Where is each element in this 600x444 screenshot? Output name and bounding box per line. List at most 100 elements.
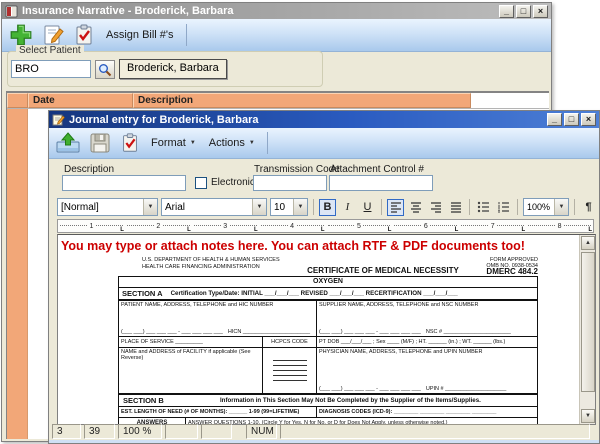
format-menu[interactable]: Format ▼ xyxy=(147,137,200,149)
import-button[interactable] xyxy=(54,130,82,156)
tab-stop-marker: L xyxy=(588,227,592,233)
verify-button[interactable] xyxy=(118,130,142,156)
form-place-of-service-row: PLACE OF SERVICE _________ HCPCS CODE PT… xyxy=(119,336,537,347)
window-bottom-frame xyxy=(49,440,599,443)
insurance-toolbar: Assign Bill #'s xyxy=(2,19,551,52)
close-button[interactable]: × xyxy=(533,5,548,18)
journal-toolbar: Format ▼ Actions ▼ xyxy=(49,128,599,159)
journal-app-icon xyxy=(52,113,65,126)
electronic-label: Electronic xyxy=(211,177,255,188)
chevron-down-icon: ▼ xyxy=(148,204,154,210)
zoom-combo[interactable]: 100% ▼ xyxy=(523,198,569,216)
numbered-list-button[interactable] xyxy=(495,199,512,216)
status-cell xyxy=(165,424,198,439)
paragraph-style-combo[interactable]: [Normal] ▼ xyxy=(57,198,158,216)
ruler-number: 5 xyxy=(355,223,363,230)
description-label: Description xyxy=(64,164,114,175)
form-est-length-row: EST. LENGTH OF NEED (# OF MONTHS): _____… xyxy=(119,406,537,417)
form-facility-row: NAME and ADDRESS of FACILITY if applicab… xyxy=(119,347,537,393)
grid-column-date[interactable]: Date xyxy=(28,93,133,108)
italic-button[interactable]: I xyxy=(339,199,356,216)
ruler-number: 7 xyxy=(489,223,497,230)
format-separator xyxy=(381,199,382,215)
justify-icon xyxy=(450,201,462,213)
description-input[interactable] xyxy=(62,175,186,191)
align-center-button[interactable] xyxy=(407,199,424,216)
tab-stop-marker: L xyxy=(321,227,325,233)
show-formatting-marks-button[interactable]: ¶ xyxy=(580,199,597,216)
attachment-control-input[interactable] xyxy=(329,175,433,191)
import-arrow-icon xyxy=(55,131,81,155)
status-cell: 39 xyxy=(84,424,115,439)
chevron-down-icon: ▼ xyxy=(298,204,304,210)
ruler[interactable]: 1L 2L 3L 4L 5L 6L 7L 8L xyxy=(57,219,594,233)
tab-stop-marker: L xyxy=(120,227,124,233)
attachment-control-label: Attachment Control # xyxy=(330,164,424,175)
format-separator xyxy=(469,199,470,215)
chevron-down-icon: ▼ xyxy=(257,204,263,210)
align-left-button[interactable] xyxy=(387,199,404,216)
align-right-icon xyxy=(430,201,442,213)
hcpcs-blank-lines xyxy=(262,348,316,393)
journal-window-title: Journal entry for Broderick, Barbara xyxy=(69,114,543,126)
document-editor[interactable]: You may type or attach notes here. You c… xyxy=(57,234,596,425)
selected-patient-button[interactable]: Broderick, Barbara xyxy=(119,59,227,79)
assign-bill-numbers-button[interactable]: Assign Bill #'s xyxy=(102,29,178,41)
align-left-icon xyxy=(390,201,402,213)
insurance-titlebar[interactable]: Insurance Narrative - Broderick, Barbara… xyxy=(2,3,551,19)
form-approval: FORM APPROVED OMB NO. 0938-0534 DMERC 48… xyxy=(486,257,538,275)
close-button[interactable]: × xyxy=(581,113,596,126)
floppy-disk-icon xyxy=(88,131,112,155)
transmission-code-label: Transmission Code xyxy=(254,164,340,175)
clipboard-check-icon xyxy=(119,131,141,155)
tab-stop-marker: L xyxy=(254,227,258,233)
justify-button[interactable] xyxy=(447,199,464,216)
grid-column-description[interactable]: Description xyxy=(133,93,471,108)
select-patient-label: Select Patient xyxy=(16,45,84,56)
align-right-button[interactable] xyxy=(427,199,444,216)
save-button[interactable] xyxy=(87,130,113,156)
patient-search-input[interactable] xyxy=(11,60,91,78)
scroll-up-button[interactable]: ▲ xyxy=(581,236,595,250)
grid-selector-header[interactable] xyxy=(7,93,28,108)
status-message-cell xyxy=(280,424,590,439)
scroll-down-button[interactable]: ▼ xyxy=(581,409,595,423)
status-bar: 3 39 100 % NUM xyxy=(52,424,596,439)
format-separator xyxy=(574,199,575,215)
form-oxygen-row: OXYGEN xyxy=(119,277,537,287)
scrollbar-thumb[interactable] xyxy=(581,252,595,392)
notice-text: You may type or attach notes here. You c… xyxy=(58,237,579,257)
chevron-down-icon: ▼ xyxy=(249,140,255,146)
document-page[interactable]: You may type or attach notes here. You c… xyxy=(58,235,579,424)
patient-search-button[interactable] xyxy=(95,60,115,79)
underline-button[interactable]: U xyxy=(359,199,376,216)
transmission-code-input[interactable] xyxy=(253,175,327,191)
journal-titlebar[interactable]: Journal entry for Broderick, Barbara _ □… xyxy=(49,111,599,128)
ruler-number: 2 xyxy=(154,223,162,230)
form-title: CERTIFICATE OF MEDICAL NECESSITY xyxy=(307,266,459,275)
minimize-button[interactable]: _ xyxy=(499,5,514,18)
tab-stop-marker: L xyxy=(187,227,191,233)
ruler-number: 8 xyxy=(556,223,564,230)
font-family-combo[interactable]: Arial ▼ xyxy=(161,198,267,216)
form-section-a-row: SECTION A Certification Type/Date: INITI… xyxy=(119,287,537,300)
electronic-checkbox[interactable] xyxy=(195,177,207,189)
vertical-scrollbar[interactable]: ▲ ▼ xyxy=(579,235,595,424)
bold-button[interactable]: B xyxy=(319,199,336,216)
font-size-combo[interactable]: 10 ▼ xyxy=(270,198,308,216)
minimize-button[interactable]: _ xyxy=(547,113,562,126)
edit-note-icon xyxy=(41,23,65,47)
bullet-list-button[interactable] xyxy=(475,199,492,216)
magnifier-icon xyxy=(98,63,112,77)
cmn-form: U.S. DEPARTMENT OF HEALTH & HUMAN SERVIC… xyxy=(118,257,538,424)
status-num-lock-cell: NUM xyxy=(246,424,277,439)
status-zoom-cell: 100 % xyxy=(118,424,162,439)
status-cell xyxy=(201,424,232,439)
maximize-button[interactable]: □ xyxy=(564,113,579,126)
format-separator xyxy=(313,199,314,215)
cmn-table: OXYGEN SECTION A Certification Type/Date… xyxy=(118,276,538,424)
chevron-down-icon: ▼ xyxy=(190,140,196,146)
actions-menu[interactable]: Actions ▼ xyxy=(205,137,259,149)
maximize-button[interactable]: □ xyxy=(516,5,531,18)
journal-entry-window: Journal entry for Broderick, Barbara _ □… xyxy=(48,110,600,444)
